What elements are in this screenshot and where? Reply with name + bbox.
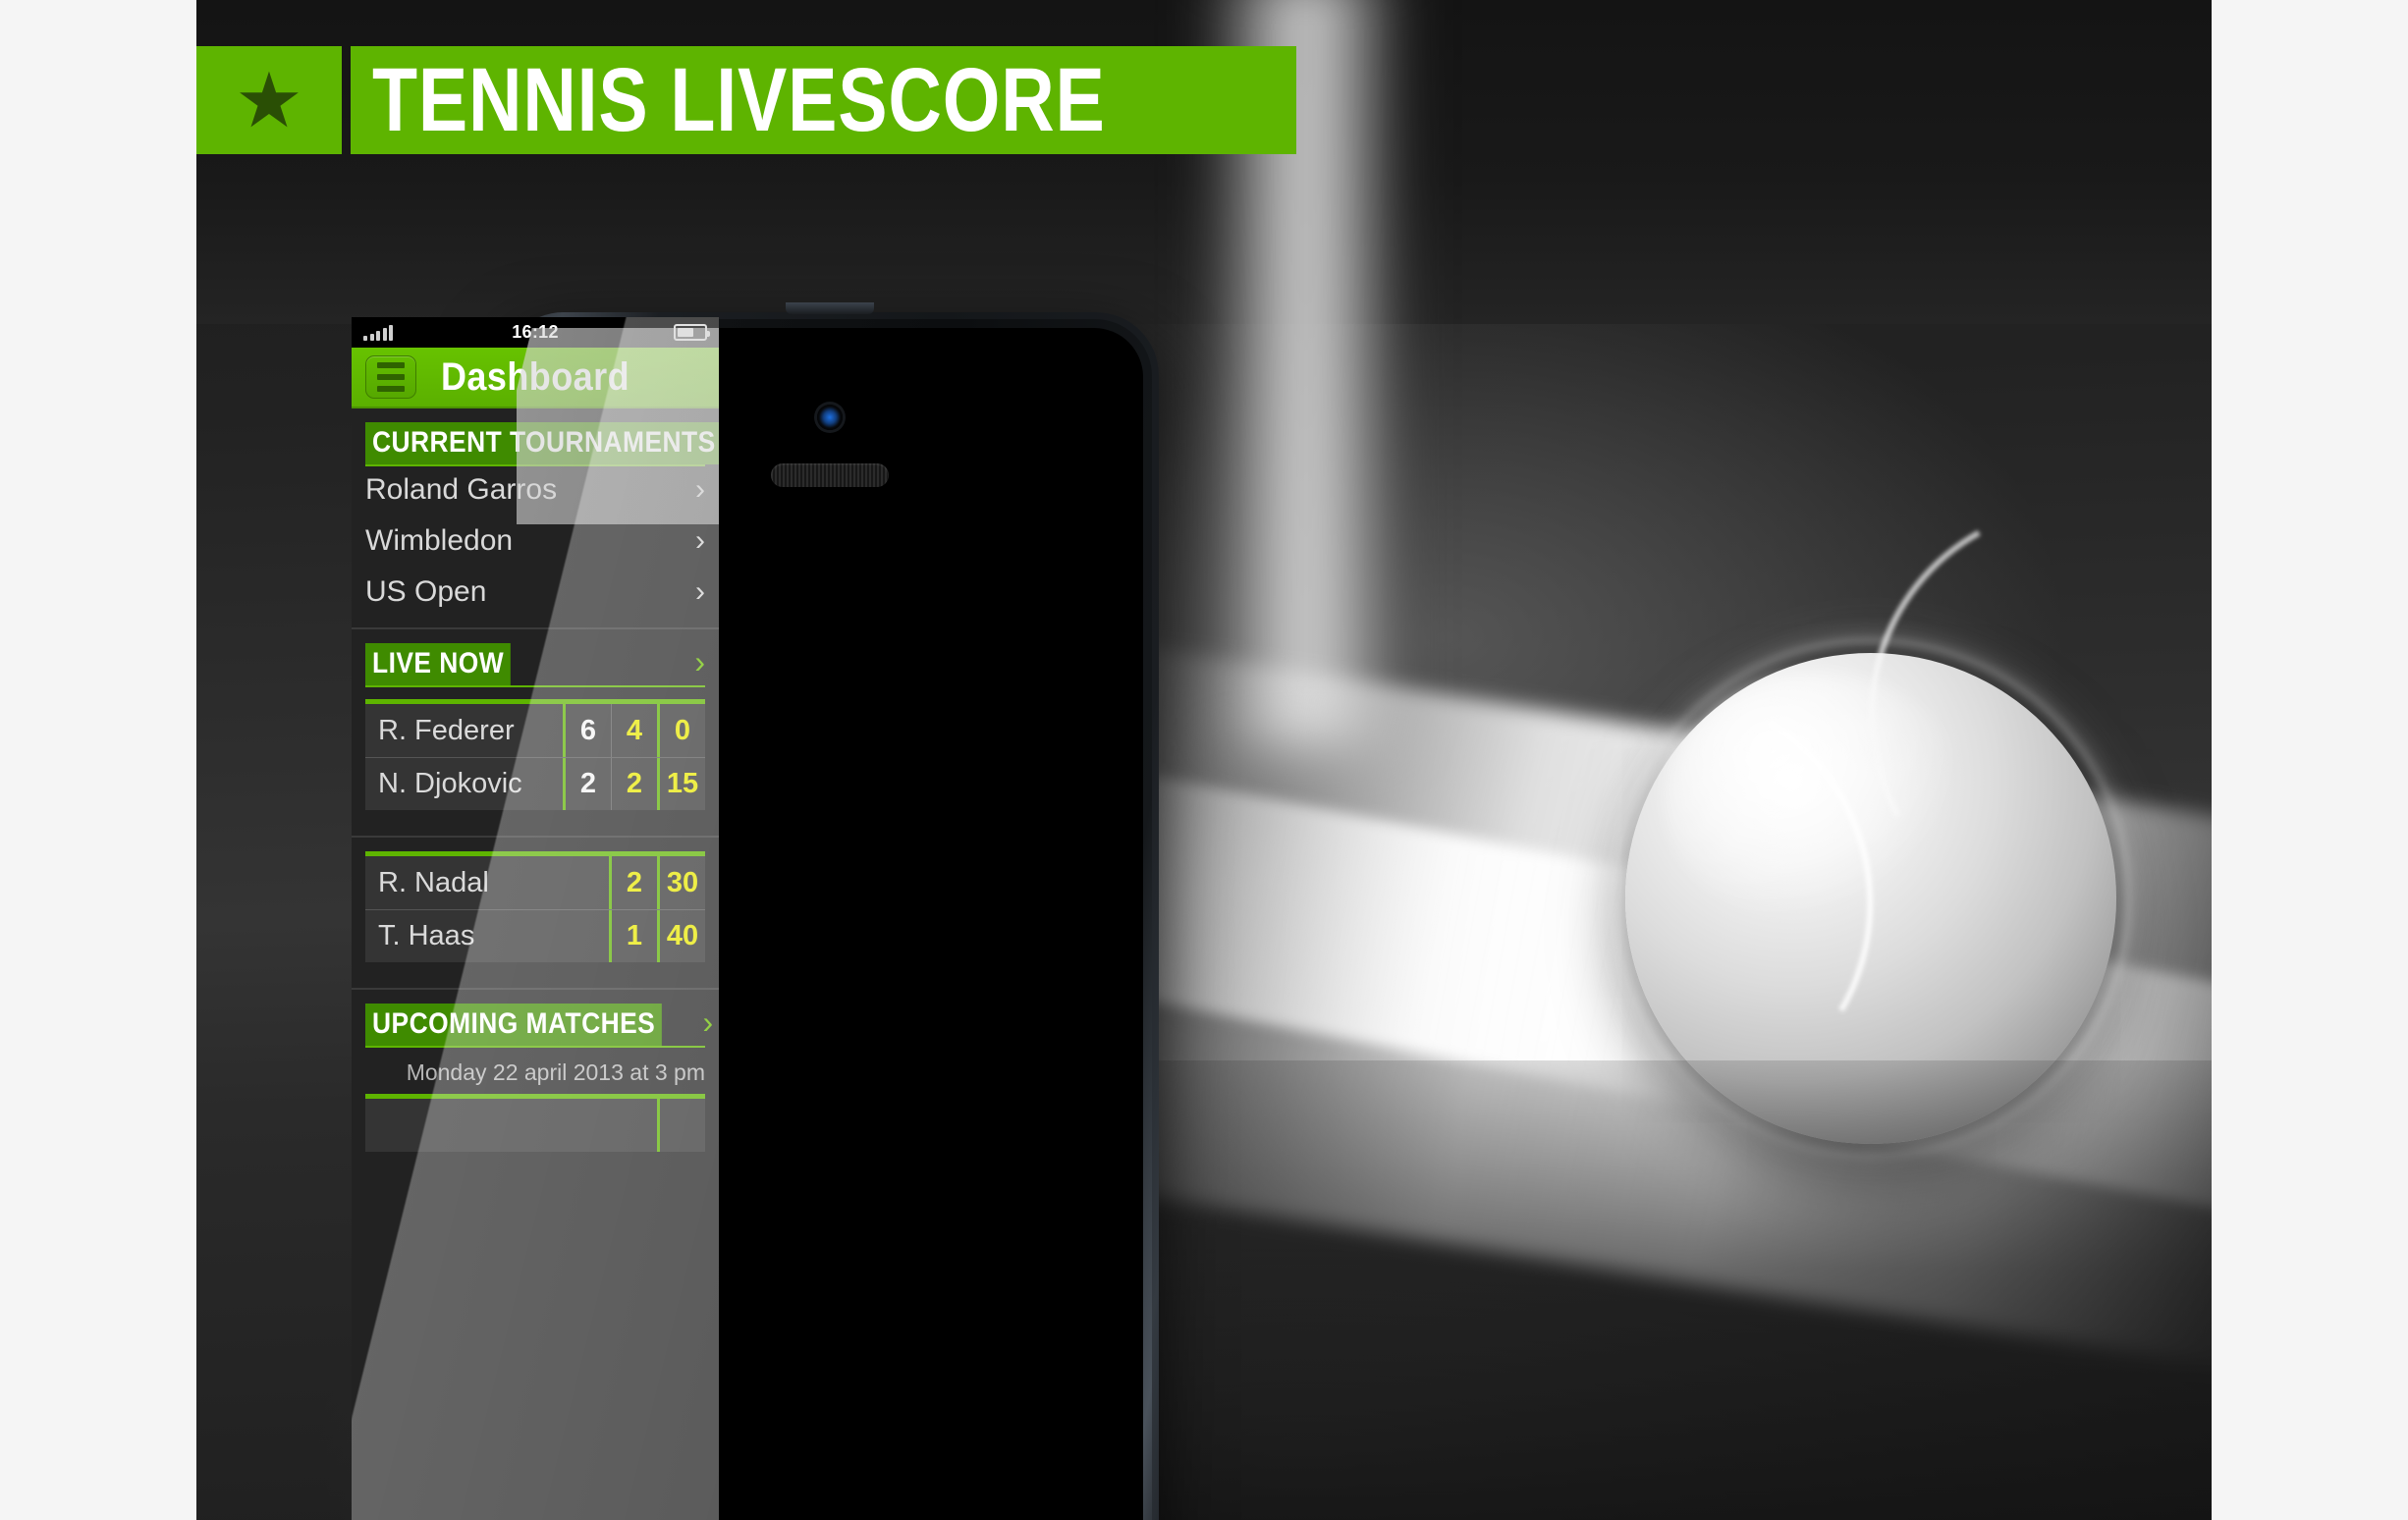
chevron-right-icon: › <box>694 643 705 679</box>
battery-icon <box>674 324 710 341</box>
section-label-upcoming: UPCOMING MATCHES <box>365 1004 663 1046</box>
match-divider <box>352 836 719 838</box>
section-label-live-now: LIVE NOW <box>365 643 512 685</box>
score-cell: 2 <box>626 768 643 799</box>
section-tournaments: CURRENT TOURNAMENTS › Roland Garros › Wi… <box>352 408 719 629</box>
table-row: R. Nadal 2 30 <box>365 856 705 909</box>
player-name: R. Nadal <box>378 866 489 898</box>
score-cell: 2 <box>626 866 643 898</box>
tournament-list: Roland Garros › Wimbledon › US Open › <box>352 464 719 618</box>
chevron-right-icon: › <box>702 1004 714 1040</box>
player-name: T. Haas <box>378 920 475 951</box>
section-header-upcoming[interactable]: UPCOMING MATCHES › <box>352 990 719 1048</box>
screenshot-canvas: ★ TENNIS LIVESCORE 16:12 Dashboard CURRE… <box>0 0 2408 1520</box>
phone-power-button[interactable] <box>786 302 874 314</box>
score-cell: 15 <box>666 768 699 799</box>
section-upcoming: UPCOMING MATCHES › Monday 22 april 2013 … <box>352 990 719 1152</box>
status-bar: 16:12 <box>352 317 719 348</box>
score-cell: 40 <box>666 920 699 951</box>
match-spacer <box>352 810 719 836</box>
player-name <box>365 1099 657 1152</box>
page-title: Dashboard <box>440 355 630 399</box>
score-cell: 1 <box>626 920 643 951</box>
chevron-right-icon: › <box>695 473 705 506</box>
status-bar-clock: 16:12 <box>512 322 559 342</box>
section-rule <box>365 1046 705 1048</box>
table-row: T. Haas 1 40 <box>365 909 705 962</box>
section-rule <box>365 685 705 687</box>
upcoming-match-date: Monday 22 april 2013 at 3 pm <box>406 1059 705 1085</box>
tournament-name: Roland Garros <box>365 473 558 506</box>
star-badge: ★ <box>196 46 342 154</box>
score-cell: 2 <box>579 768 597 799</box>
list-item[interactable]: Wimbledon › <box>365 516 705 567</box>
live-match-card[interactable]: R. Federer 6 4 0 N. Djokovic 2 2 15 <box>365 699 705 810</box>
tournament-name: Wimbledon <box>365 524 514 557</box>
score-cell: 6 <box>579 714 597 746</box>
chevron-right-icon: › <box>695 524 705 557</box>
upcoming-match-card[interactable] <box>365 1094 705 1152</box>
star-icon: ★ <box>235 57 303 143</box>
hamburger-menu-icon[interactable] <box>365 355 416 399</box>
earpiece-speaker <box>771 463 889 487</box>
tournament-name: US Open <box>365 575 487 608</box>
logo-gap <box>342 46 351 154</box>
table-row: N. Djokovic 2 2 15 <box>365 757 705 810</box>
player-name: N. Djokovic <box>378 768 522 799</box>
player-name: R. Federer <box>378 714 515 746</box>
match-spacer <box>352 962 719 988</box>
score-cell: 0 <box>674 714 691 746</box>
section-header-live-now[interactable]: LIVE NOW › <box>352 629 719 687</box>
chevron-right-icon: › <box>695 575 705 608</box>
section-label-tournaments: CURRENT TOURNAMENTS <box>365 422 719 464</box>
list-item[interactable]: US Open › <box>365 567 705 618</box>
front-camera-icon <box>817 405 843 430</box>
table-row: R. Federer 6 4 0 <box>365 704 705 757</box>
score-cell: 4 <box>626 714 643 746</box>
app-navbar: Dashboard <box>352 348 719 408</box>
brand-title-box: TENNIS LIVESCORE <box>351 46 1296 154</box>
app-screen: 16:12 Dashboard CURRENT TOURNAMENTS › Ro… <box>352 317 719 1520</box>
score-cell: 30 <box>666 866 699 898</box>
brand-logo: ★ TENNIS LIVESCORE <box>196 46 1296 154</box>
table-row <box>365 1099 705 1152</box>
brand-title: TENNIS LIVESCORE <box>372 50 1106 150</box>
section-live-now: LIVE NOW › R. Federer 6 4 0 N. Djokovic <box>352 629 719 990</box>
score-cell <box>660 1099 705 1152</box>
live-match-card[interactable]: R. Nadal 2 30 T. Haas 1 40 <box>365 851 705 962</box>
list-item[interactable]: Roland Garros › <box>365 464 705 516</box>
section-header-tournaments[interactable]: CURRENT TOURNAMENTS › <box>352 408 719 466</box>
